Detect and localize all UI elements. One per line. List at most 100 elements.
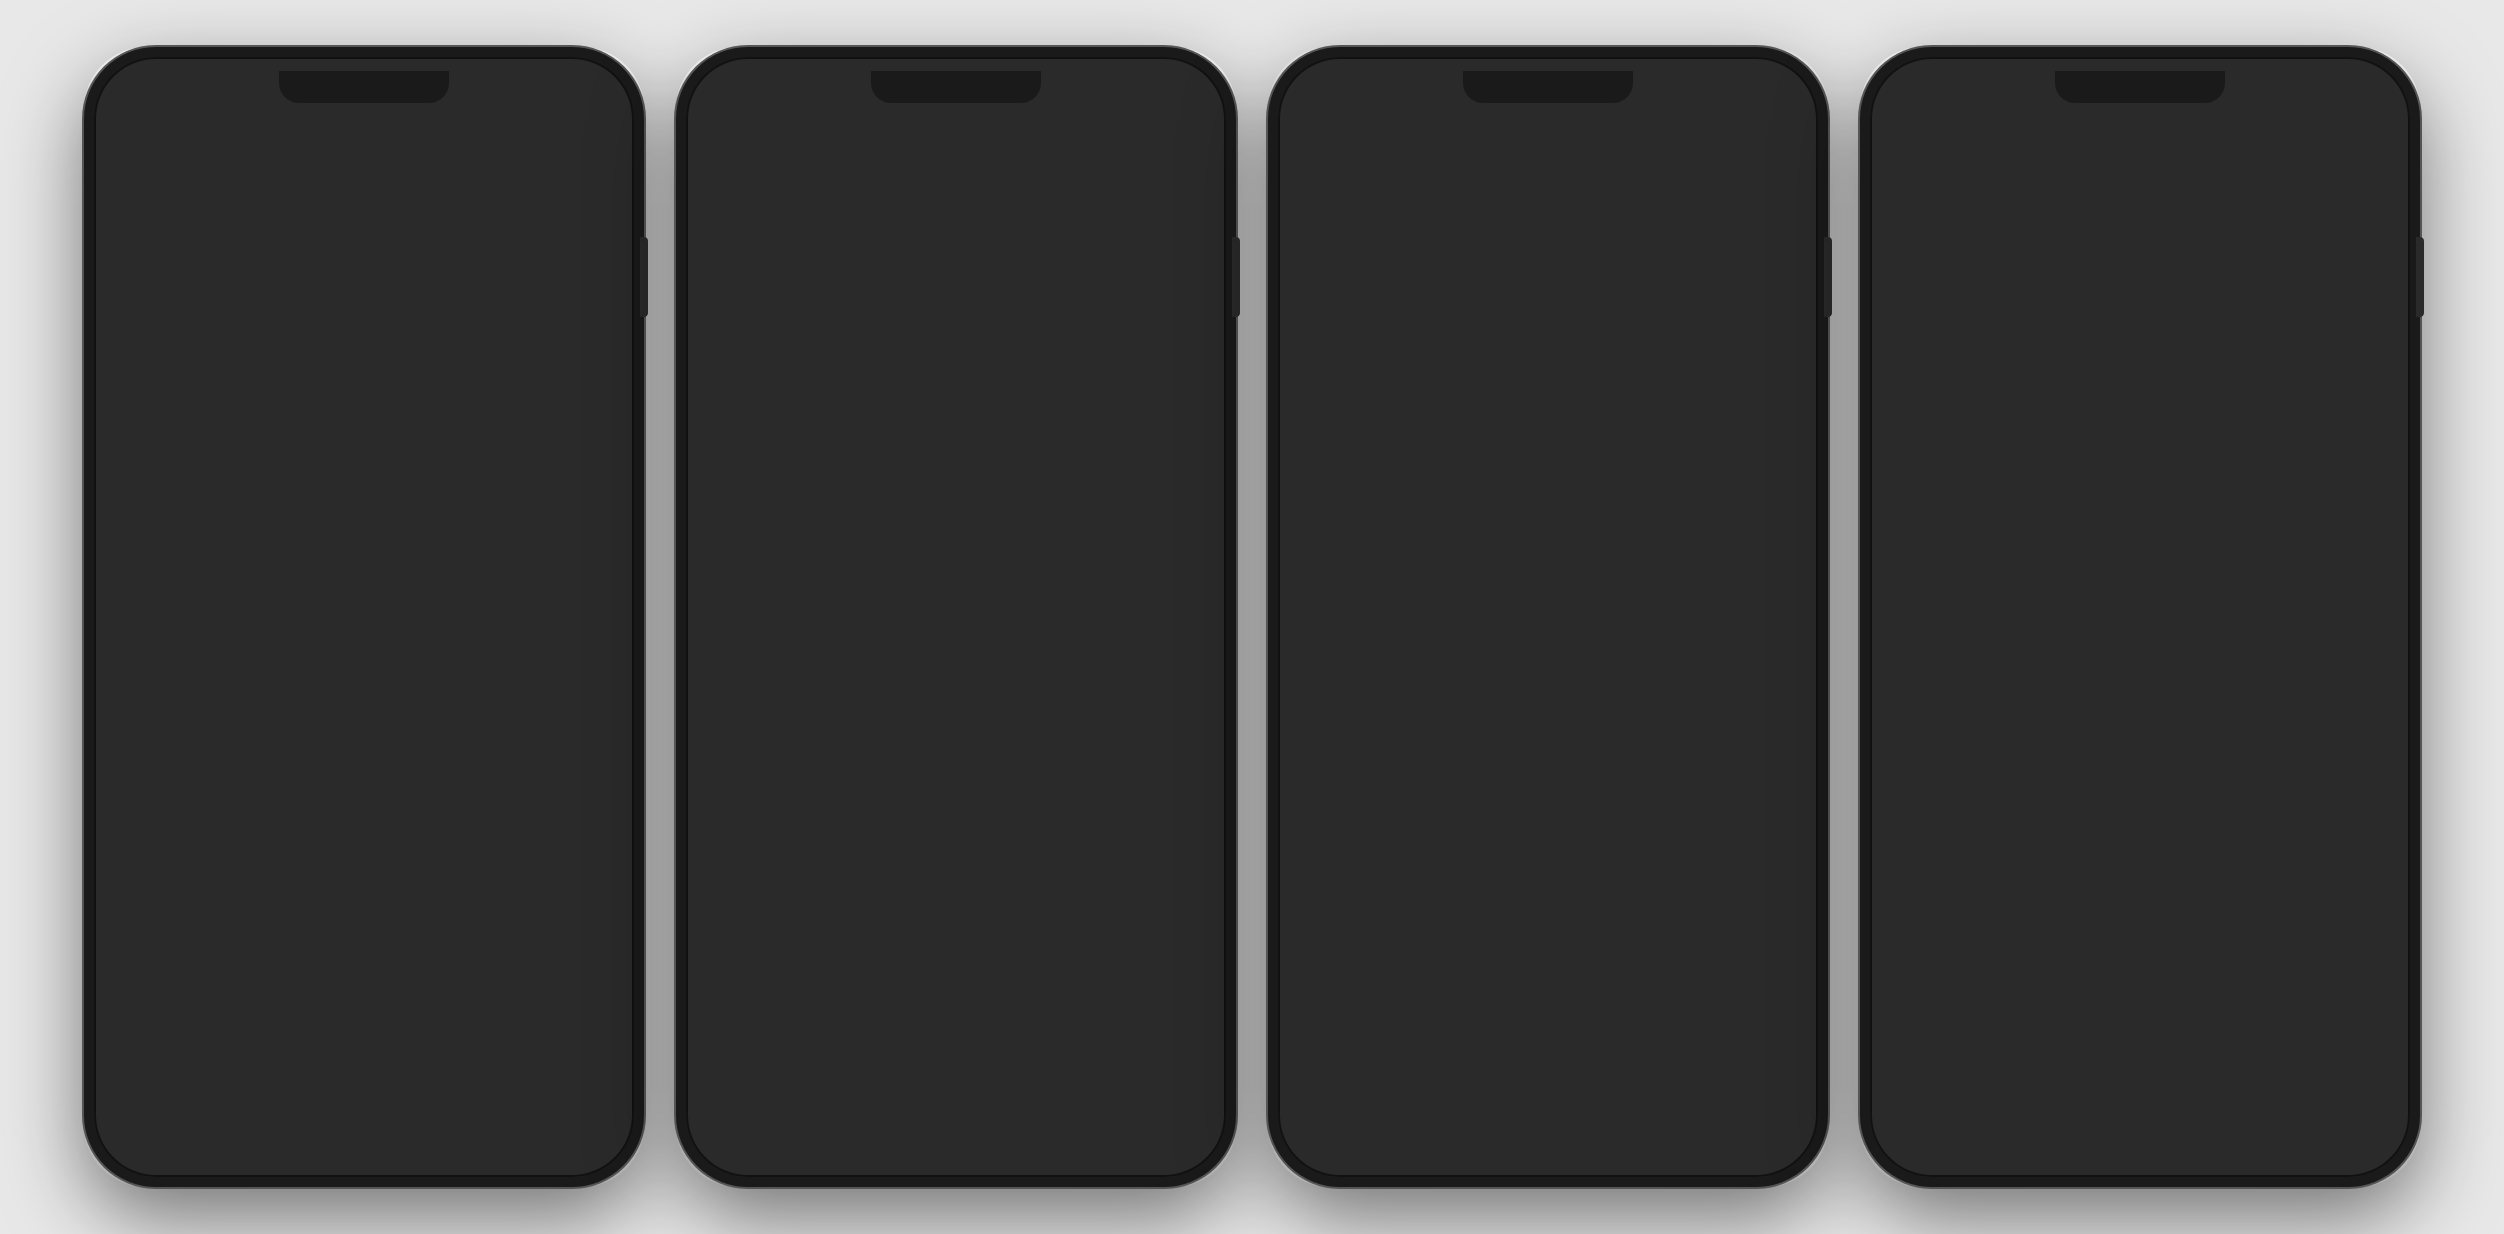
headwear-cell[interactable] xyxy=(1494,533,1704,743)
headwear-cell[interactable] xyxy=(1712,751,1828,961)
sticker-cell[interactable]: 🤓 xyxy=(275,580,454,759)
sticker-cell[interactable]: 👍 xyxy=(275,398,454,577)
sticker-preview-row-4: ☁️ xyxy=(1860,153,2420,207)
close-button-1[interactable]: ✕ xyxy=(596,111,624,139)
wifi-icon-2: ▲ xyxy=(1152,68,1165,83)
color-swatch-4[interactable] xyxy=(1432,475,1468,511)
status-bar-1: 3:32 ▲ xyxy=(84,47,644,97)
wifi-icon-1: ▲ xyxy=(560,68,573,83)
close-button-4[interactable]: ✕ xyxy=(2372,111,2400,139)
preview-thumb-1: 😊 xyxy=(100,161,138,199)
status-bar-2: 3:33 ▲ xyxy=(676,47,1236,97)
monkey-cell[interactable]: 😢 xyxy=(1049,398,1228,577)
sticker-cell[interactable]: 😴 xyxy=(92,398,271,577)
color-swatch-1[interactable] xyxy=(1288,475,1324,511)
monkey-cell[interactable]: 😢 xyxy=(684,763,863,942)
monkey-cell[interactable]: ✨ xyxy=(867,398,1046,577)
blue-sticker-cell[interactable]: &$!#% xyxy=(1868,763,2047,942)
blue-sticker-cell[interactable]: 🤷 xyxy=(2051,946,2230,1125)
blue-sticker-cell[interactable]: 🤦 xyxy=(2233,946,2412,1125)
color-swatch-6[interactable] xyxy=(1528,475,1564,511)
sticker-cell[interactable]: 🤷 xyxy=(275,946,454,1125)
monkey-cell[interactable]: 😂 xyxy=(684,215,863,394)
sticker-cell[interactable]: ✋ xyxy=(92,946,271,1125)
close-button-2[interactable]: ✕ xyxy=(1188,111,1216,139)
sticker-cell[interactable]: 🤓 xyxy=(275,763,454,942)
phone-4: 3:34 ▲ 😊 Memoji Stickers ✕ xyxy=(1860,47,2420,1187)
blue-sticker-cell[interactable] xyxy=(2233,215,2412,394)
monkey-cell[interactable]: 😴 xyxy=(684,398,863,577)
blue-sticker-cell[interactable] xyxy=(2233,1128,2412,1187)
memoji-preview-area[interactable]: Tap to Resume xyxy=(1268,153,1828,416)
signal-icon-3 xyxy=(1720,69,1738,81)
monkey-cell[interactable]: 😍 xyxy=(867,215,1046,394)
monkey-cell[interactable]: 😤 xyxy=(867,763,1046,942)
done-button[interactable]: Done xyxy=(1762,115,1805,135)
status-bar-3: 3:34 ▲ xyxy=(1268,47,1828,97)
time-3: 3:34 xyxy=(1304,65,1337,85)
phone-1-screen: 3:32 ▲ 😊 Memoji Stickers ✕ xyxy=(84,47,644,1187)
sticker-cell[interactable]: 🤓 xyxy=(275,1128,454,1187)
sticker-cell[interactable]: ❤️ xyxy=(457,580,636,759)
blue-sticker-cell[interactable] xyxy=(2051,1128,2230,1187)
sticker-cell[interactable]: 🤬 xyxy=(92,763,271,942)
color-swatch-2[interactable] xyxy=(1336,475,1372,511)
sticker-cell[interactable]: 😍 xyxy=(275,215,454,394)
monkey-cell[interactable]: 🙉 xyxy=(867,946,1046,1125)
monkey-cell[interactable]: 😤 xyxy=(867,1128,1046,1187)
sticker-cell[interactable]: 🤓 xyxy=(457,1128,636,1187)
blue-sticker-cell[interactable]: ❤️ xyxy=(2051,580,2230,759)
monkey-cell[interactable]: 🙉 xyxy=(684,946,863,1125)
header-avatar-2: 🙈 xyxy=(696,107,732,143)
sticker-cell[interactable]: 😂 xyxy=(92,215,271,394)
blue-sticker-cell[interactable]: ⭐ xyxy=(1868,580,2047,759)
monkey-cell[interactable]: 🙈 xyxy=(684,580,863,759)
sticker-cell[interactable]: 🤓 xyxy=(92,1128,271,1187)
sticker-cell[interactable]: 🤦 xyxy=(457,946,636,1125)
monkey-cell[interactable]: 😯 xyxy=(1049,1128,1228,1187)
headwear-cell[interactable] xyxy=(1276,533,1486,743)
home-indicator-4 xyxy=(2075,1172,2205,1177)
headwear-cell[interactable] xyxy=(1494,969,1704,1179)
sticker-cell[interactable]: 👎 xyxy=(457,398,636,577)
screen-content-4: 😊 Memoji Stickers ✕ xyxy=(1860,97,2420,1187)
time-4: 3:34 xyxy=(1896,65,1929,85)
color-swatch-3[interactable] xyxy=(1384,475,1420,511)
blue-sticker-cell[interactable]: ✋ xyxy=(1868,946,2047,1125)
headwear-cell[interactable] xyxy=(1494,751,1704,961)
sticker-cell[interactable]: 🤓 xyxy=(457,763,636,942)
blue-sticker-cell[interactable]: 😂 xyxy=(1868,215,2047,394)
headwear-cell[interactable] xyxy=(1276,969,1486,1179)
app-header-4: 😊 Memoji Stickers ✕ xyxy=(1860,97,2420,153)
tap-resume-label: Tap to Resume xyxy=(1498,389,1599,406)
svg-text:❤️: ❤️ xyxy=(2123,300,2137,313)
headwear-cell[interactable] xyxy=(1712,969,1828,1179)
blue-sticker-cell[interactable] xyxy=(2233,763,2412,942)
cancel-button[interactable]: Cancel xyxy=(1292,115,1345,135)
sticker-cell[interactable]: ⭐ xyxy=(92,580,271,759)
color-picker-row xyxy=(1268,461,1828,525)
monkey-cell[interactable]: ❤️ xyxy=(867,580,1046,759)
tab-eyewear[interactable]: Eyewear xyxy=(1288,416,1548,460)
blue-sticker-cell[interactable]: ❤️ xyxy=(2051,215,2230,394)
monkey-cell[interactable]: 😢 xyxy=(684,1128,863,1187)
phone-2: 3:33 ▲ 🙈 Memoji Stickers ✕ xyxy=(676,47,1236,1187)
phone-4-screen: 3:34 ▲ 😊 Memoji Stickers ✕ xyxy=(1860,47,2420,1187)
monkey-cell[interactable]: 🙊 xyxy=(1049,946,1228,1125)
monkey-cell[interactable]: 😱 xyxy=(1049,763,1228,942)
blue-sticker-cell[interactable] xyxy=(2051,763,2230,942)
color-swatch-5[interactable] xyxy=(1480,475,1516,511)
headwear-cell[interactable] xyxy=(1712,533,1828,743)
blue-sticker-cell[interactable]: 👍 xyxy=(2233,398,2412,577)
blue-sticker-cell[interactable]: 👍 xyxy=(2051,398,2230,577)
monkey-cell[interactable]: 💥 xyxy=(1049,215,1228,394)
tab-headwear[interactable]: Headwear xyxy=(1548,416,1808,460)
blue-sticker-cell[interactable]: Z xyxy=(1868,398,2047,577)
headwear-cell[interactable] xyxy=(1276,751,1486,961)
blue-sticker-cell[interactable] xyxy=(1868,1128,2047,1187)
signal-icon-2 xyxy=(1128,69,1146,81)
svg-text:🤦: 🤦 xyxy=(2305,1041,2329,1065)
monkey-cell[interactable]: 😛 xyxy=(1049,580,1228,759)
sticker-cell[interactable]: 😤 xyxy=(457,215,636,394)
blue-sticker-cell[interactable] xyxy=(2233,580,2412,759)
